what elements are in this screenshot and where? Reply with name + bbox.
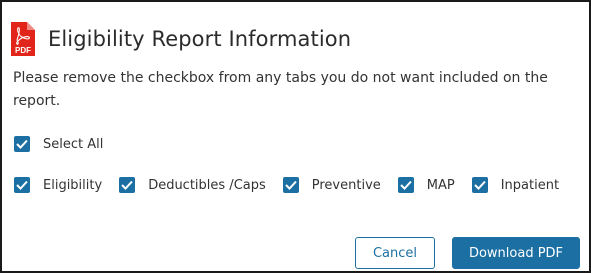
inpatient-checkbox[interactable]	[471, 177, 488, 193]
instructions-text: Please remove the checkbox from any tabs…	[13, 70, 548, 109]
dialog-header: PDF Eligibility Report Information	[10, 13, 351, 65]
checkmark-icon	[121, 180, 133, 190]
pdf-file-icon: PDF	[11, 22, 35, 57]
eligibility-report-dialog: PDF Eligibility Report Information Pleas…	[0, 0, 591, 273]
tab-checkbox-eligibility[interactable]: Eligibility	[14, 177, 102, 193]
tab-checkbox-deductibles-caps[interactable]: Deductibles /Caps	[119, 177, 266, 193]
eligibility-label: Eligibility	[43, 177, 103, 193]
map-checkbox[interactable]	[397, 177, 414, 193]
download-pdf-button[interactable]: Download PDF	[452, 237, 580, 269]
deductibles-caps-label: Deductibles /Caps	[148, 177, 266, 193]
tab-checkbox-map[interactable]: MAP	[397, 177, 455, 193]
select-all-checkbox[interactable]	[14, 136, 30, 152]
deductibles-caps-checkbox[interactable]	[119, 177, 136, 193]
cancel-button[interactable]: Cancel	[355, 237, 435, 269]
checkmark-icon	[16, 139, 28, 149]
checkmark-icon	[474, 180, 486, 190]
select-all-label: Select All	[43, 136, 104, 152]
preventive-label: Preventive	[311, 177, 381, 193]
inpatient-label: Inpatient	[500, 177, 560, 193]
eligibility-checkbox[interactable]	[14, 177, 30, 193]
checkmark-icon	[400, 180, 412, 190]
preventive-checkbox[interactable]	[282, 177, 299, 193]
tab-checkbox-list: Eligibility Deductibles /Caps Preventive…	[14, 177, 576, 193]
dialog-title: Eligibility Report Information	[48, 27, 352, 52]
checkmark-icon	[285, 180, 297, 190]
tab-checkbox-preventive[interactable]: Preventive	[282, 177, 381, 193]
tab-checkbox-inpatient[interactable]: Inpatient	[471, 177, 560, 193]
pdf-icon-label: PDF	[15, 46, 31, 55]
map-label: MAP	[426, 177, 455, 193]
select-all-checkbox-row[interactable]: Select All	[14, 136, 103, 152]
checkmark-icon	[16, 180, 28, 190]
